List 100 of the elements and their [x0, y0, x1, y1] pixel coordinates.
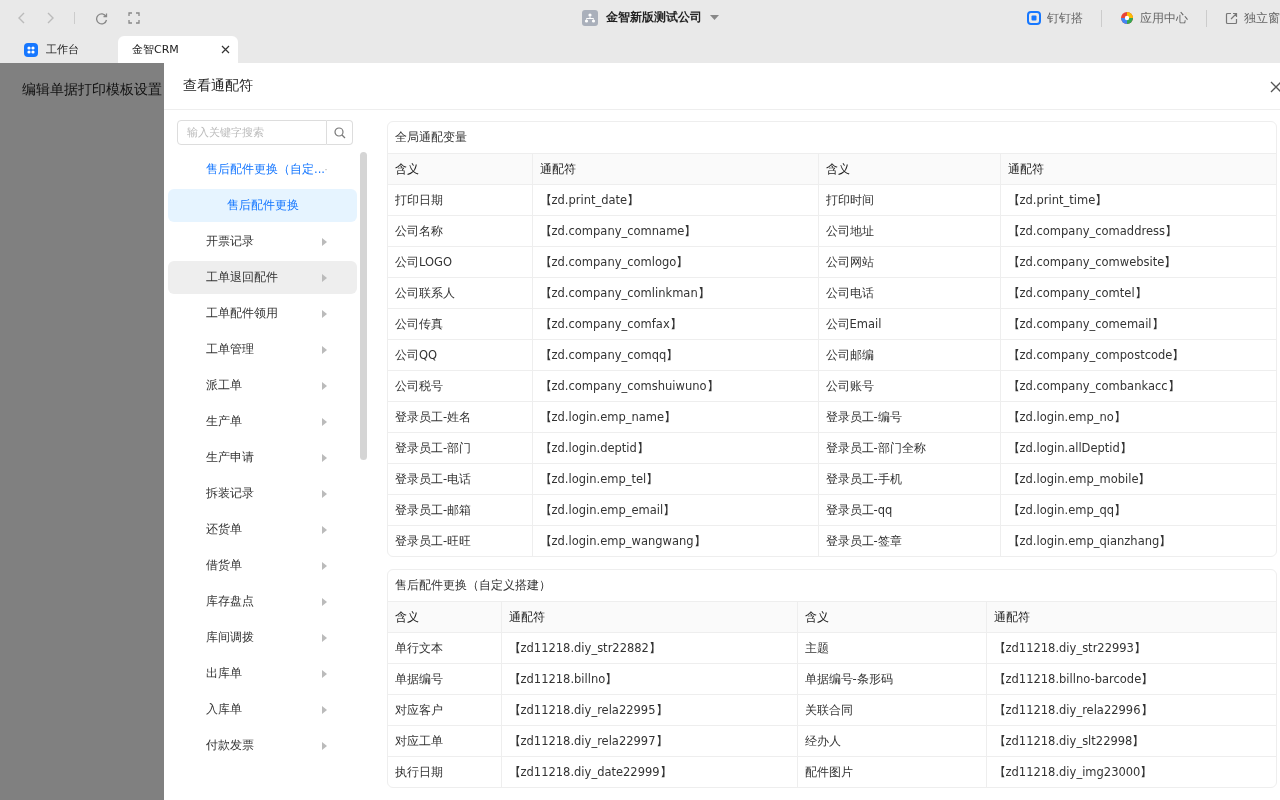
menu-item[interactable]: 工单配件领用 [168, 297, 357, 330]
column-header: 通配符 [532, 153, 818, 185]
scrollbar[interactable] [360, 152, 367, 460]
table-cell: 登录员工-签章 [818, 525, 1000, 556]
menu-item[interactable]: 派工单 [168, 369, 357, 402]
section-title: 全局通配变量 [394, 129, 468, 146]
table-cell: 【zd.company_compostcode】 [1000, 339, 1276, 371]
forward-icon[interactable] [46, 12, 54, 24]
table-cell: 【zd.login.emp_tel】 [532, 463, 818, 495]
caret-right-icon [322, 741, 327, 750]
column-header: 含义 [388, 601, 501, 633]
table-cell: 【zd11218.billno-barcode】 [986, 663, 1276, 695]
caret-right-icon [322, 273, 327, 282]
table-cell: 【zd11218.diy_str22882】 [501, 632, 797, 664]
page-title: 编辑单据打印模板设置 [21, 80, 163, 99]
table-cell: 【zd.company_comshuiwuno】 [532, 370, 818, 402]
close-icon[interactable] [221, 45, 230, 54]
table-cell: 【zd.company_combankacc】 [1000, 370, 1276, 402]
table-cell: 单据编号-条形码 [797, 663, 986, 695]
table-cell: 【zd.company_comaddress】 [1000, 215, 1276, 247]
menu-item[interactable]: 出库单 [168, 657, 357, 690]
table-cell: 公司税号 [388, 370, 532, 402]
toolbar-link[interactable]: 独立窗 [1207, 9, 1280, 27]
table-cell: 【zd.login.emp_email】 [532, 494, 818, 526]
table-cell: 【zd.login.emp_mobile】 [1000, 463, 1276, 495]
search-button[interactable] [327, 120, 353, 145]
column-header: 通配符 [501, 601, 797, 633]
caret-right-icon [322, 525, 327, 534]
menu-item[interactable]: 付款发票 [168, 729, 357, 762]
table-cell: 单据编号 [388, 663, 501, 695]
browser-tab[interactable]: 工作台 [14, 36, 112, 63]
toolbar-link[interactable]: 应用中心 [1102, 9, 1207, 27]
table-cell: 【zd.login.allDeptid】 [1000, 432, 1276, 464]
table-cell: 登录员工-部门 [388, 432, 532, 464]
table-cell: 【zd.company_comlogo】 [532, 246, 818, 278]
search-field[interactable]: 输入关键字搜索 [177, 120, 327, 145]
caret-right-icon [322, 237, 327, 246]
table-cell: 【zd.company_comwebsite】 [1000, 246, 1276, 278]
menu-item[interactable]: 工单退回配件 [168, 261, 357, 294]
table-cell: 【zd.company_comfax】 [532, 308, 818, 340]
submenu-item[interactable]: 售后配件更换 [168, 189, 357, 222]
org-chart-icon [582, 9, 598, 26]
table-cell: 【zd.login.emp_qianzhang】 [1000, 525, 1276, 556]
search-icon [333, 126, 346, 139]
table-cell: 登录员工-手机 [818, 463, 1000, 495]
table-cell: 对应工单 [388, 725, 501, 757]
table-cell: 打印日期 [388, 184, 532, 216]
menu-item[interactable]: 生产申请 [168, 441, 357, 474]
table-cell: 登录员工-编号 [818, 401, 1000, 433]
fullscreen-icon[interactable] [128, 12, 140, 24]
column-header: 含义 [797, 601, 986, 633]
table-cell: 公司名称 [388, 215, 532, 247]
menu-item[interactable]: 生产单 [168, 405, 357, 438]
table-cell: 【zd11218.diy_img23000】 [986, 756, 1276, 787]
browser-tab[interactable]: 金智CRM [118, 36, 238, 63]
menu-item[interactable]: 售后配件更换（自定... [168, 153, 357, 186]
table-cell: 【zd11218.diy_slt22998】 [986, 725, 1276, 757]
table-cell: 【zd11218.diy_rela22997】 [501, 725, 797, 757]
back-icon[interactable] [18, 12, 26, 24]
section-title: 售后配件更换（自定义搭建） [394, 577, 552, 594]
menu-item[interactable]: 库存盘点 [168, 585, 357, 618]
table-cell: 公司账号 [818, 370, 1000, 402]
cube-icon [1027, 11, 1041, 25]
table-cell: 关联合同 [797, 694, 986, 726]
table-cell: 公司电话 [818, 277, 1000, 309]
caret-right-icon [322, 597, 327, 606]
table-cell: 公司网站 [818, 246, 1000, 278]
table-cell: 公司邮编 [818, 339, 1000, 371]
menu-item[interactable]: 工单管理 [168, 333, 357, 366]
table-cell: 主题 [797, 632, 986, 664]
menu-item[interactable]: 入库单 [168, 693, 357, 726]
caret-right-icon [322, 705, 327, 714]
menu-item[interactable]: 库间调拨 [168, 621, 357, 654]
caret-right-icon [322, 633, 327, 642]
table-cell: 登录员工-电话 [388, 463, 532, 495]
caret-right-icon [322, 561, 327, 570]
close-icon [1270, 80, 1280, 93]
table-cell: 【zd.login.deptid】 [532, 432, 818, 464]
apps-grid-icon [24, 42, 38, 57]
table-cell: 单行文本 [388, 632, 501, 664]
table-cell: 【zd11218.diy_str22993】 [986, 632, 1276, 664]
menu-item[interactable]: 还货单 [168, 513, 357, 546]
caret-right-icon [322, 489, 327, 498]
table-cell: 打印时间 [818, 184, 1000, 216]
table-cell: 公司QQ [388, 339, 532, 371]
table-cell: 公司Email [818, 308, 1000, 340]
menu-item[interactable]: 拆装记录 [168, 477, 357, 510]
table-cell: 【zd.company_comtel】 [1000, 277, 1276, 309]
menu-item[interactable]: 借货单 [168, 549, 357, 582]
column-header: 通配符 [1000, 153, 1276, 185]
menu-item[interactable]: 开票记录 [168, 225, 357, 258]
toolbar-link[interactable]: 钉钉搭 [1009, 9, 1102, 27]
table-cell: 【zd.login.emp_name】 [532, 401, 818, 433]
table-cell: 【zd11218.billno】 [501, 663, 797, 695]
caret-right-icon [322, 381, 327, 390]
caret-down-icon[interactable] [710, 15, 719, 20]
refresh-icon[interactable] [95, 11, 108, 25]
company-name[interactable]: 金智新版测试公司 [606, 9, 702, 26]
table-cell: 【zd.print_date】 [532, 184, 818, 216]
table-cell: 经办人 [797, 725, 986, 757]
